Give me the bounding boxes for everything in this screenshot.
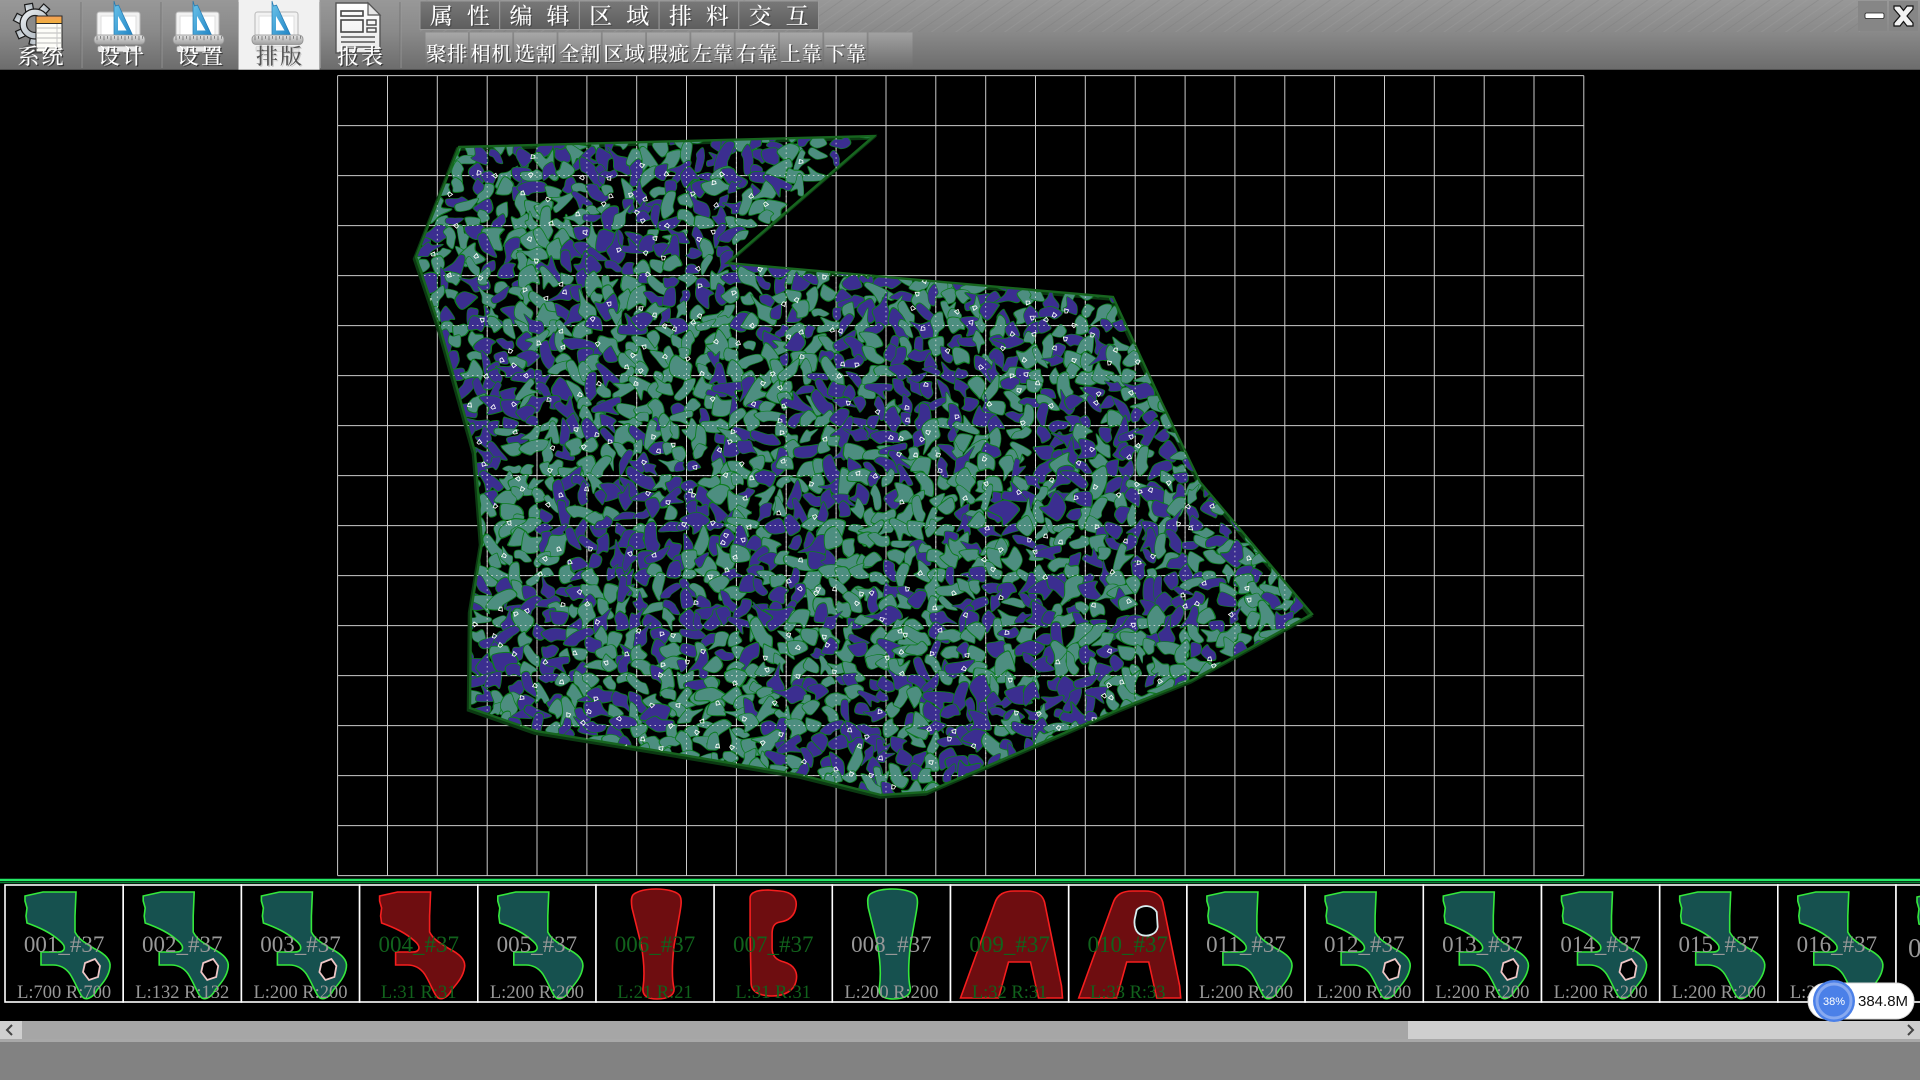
svg-text:L:200 R:200: L:200 R:200: [490, 983, 584, 1003]
svg-text:009_#37: 009_#37: [969, 932, 1050, 957]
svg-text:011_#37: 011_#37: [1206, 932, 1286, 957]
svg-text:002_#37: 002_#37: [142, 932, 223, 957]
svg-text:L:132 R:132: L:132 R:132: [135, 983, 229, 1003]
svg-text:L:200 R:200: L:200 R:200: [1317, 983, 1411, 1003]
svg-text:L:200 R:200: L:200 R:200: [253, 983, 347, 1003]
svg-text:38%: 38%: [1823, 996, 1845, 1008]
svg-text:001_#37: 001_#37: [24, 932, 105, 957]
svg-text:008_#37: 008_#37: [851, 932, 932, 957]
svg-text:015_#37: 015_#37: [1679, 932, 1760, 957]
svg-text:006_#37: 006_#37: [615, 932, 696, 957]
svg-text:010_#37: 010_#37: [1088, 932, 1169, 957]
svg-text:016_#37: 016_#37: [1797, 932, 1878, 957]
svg-text:012_#37: 012_#37: [1324, 932, 1405, 957]
svg-text:L:200 R:200: L:200 R:200: [1672, 983, 1766, 1003]
svg-text:007_#37: 007_#37: [733, 932, 814, 957]
svg-text:004_#37: 004_#37: [378, 932, 459, 957]
svg-text:L:700 R:700: L:700 R:700: [17, 983, 111, 1003]
svg-text:014_#37: 014_#37: [1560, 932, 1641, 957]
svg-text:L:200 R:200: L:200 R:200: [844, 983, 938, 1003]
svg-text:L:200 R:200: L:200 R:200: [1435, 983, 1529, 1003]
svg-text:L:31 R:31: L:31 R:31: [381, 983, 457, 1003]
svg-text:L:21 R:21: L:21 R:21: [617, 983, 693, 1003]
svg-text:L:200 R:200: L:200 R:200: [1554, 983, 1648, 1003]
svg-text:003_#37: 003_#37: [260, 932, 341, 957]
svg-text:384.8M: 384.8M: [1858, 993, 1908, 1010]
svg-text:0: 0: [1908, 933, 1920, 963]
svg-text:L:200 R:200: L:200 R:200: [1199, 983, 1293, 1003]
svg-text:L:31 R:31: L:31 R:31: [735, 983, 811, 1003]
svg-text:L:32 R:31: L:32 R:31: [972, 983, 1048, 1003]
svg-text:005_#37: 005_#37: [497, 932, 578, 957]
svg-text:013_#37: 013_#37: [1442, 932, 1523, 957]
svg-text:L:33 R:33: L:33 R:33: [1090, 983, 1166, 1003]
